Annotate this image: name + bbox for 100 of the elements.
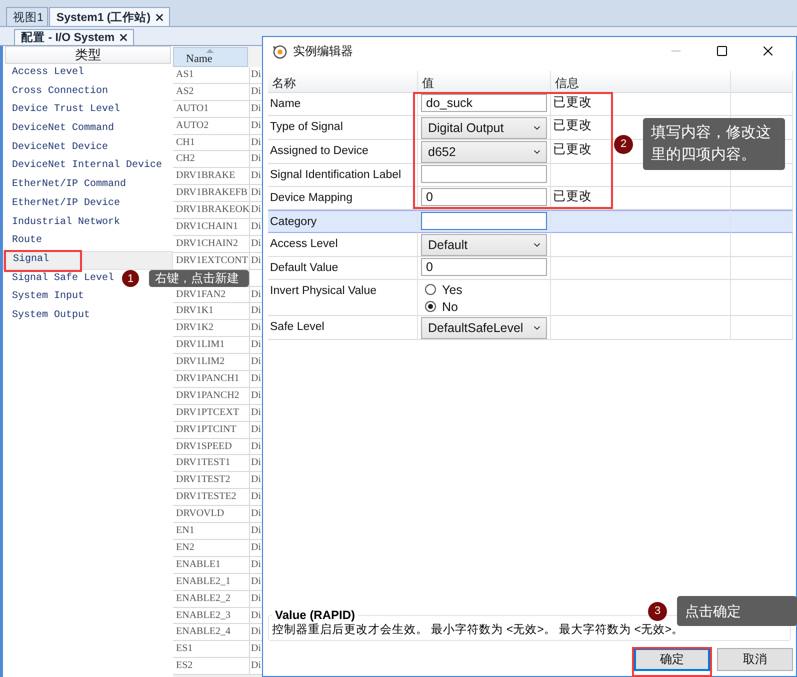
column-header: 值 xyxy=(418,71,551,93)
table-cell: Di xyxy=(250,388,262,404)
table-cell: ES1 xyxy=(173,641,250,658)
tab[interactable]: 配置 - I/O System xyxy=(14,29,134,45)
table-cell: Di xyxy=(250,185,262,202)
property-cell[interactable]: Invert Physical Value xyxy=(268,280,418,316)
table-cell: Di xyxy=(250,523,262,539)
table-cell: Di xyxy=(250,303,262,320)
property-cell[interactable]: Assigned to Device xyxy=(268,140,418,164)
table-cell: Di xyxy=(250,658,262,674)
maximize-icon[interactable] xyxy=(716,45,728,57)
table-cell: ENABLE1 xyxy=(173,556,250,573)
text-field[interactable]: do_suck xyxy=(421,94,547,112)
text-field[interactable]: 0 xyxy=(421,188,547,206)
table-cell: DRV1CHAIN1 xyxy=(173,219,250,235)
radio-label: No xyxy=(442,300,458,314)
tab[interactable]: System1 (工作站) xyxy=(49,7,170,26)
property-name: Access Level xyxy=(270,238,338,250)
table-cell: Di xyxy=(250,219,262,235)
window-title: 实例编辑器 xyxy=(293,42,354,60)
table-cell: DRV1TEST2 xyxy=(173,472,250,488)
table-cell: Di xyxy=(250,168,262,184)
table-cell: Di xyxy=(250,252,262,269)
property-cell[interactable]: Safe Level xyxy=(268,316,418,340)
list-item[interactable]: EtherNet/IP Device xyxy=(3,194,122,214)
tab[interactable]: 视图1 xyxy=(6,7,48,26)
table-cell: ENABLE2_2 xyxy=(173,590,250,606)
table-cell: Di xyxy=(250,134,262,150)
dropdown[interactable]: DefaultSafeLevel xyxy=(421,317,547,339)
dropdown[interactable]: Digital Output xyxy=(421,117,547,139)
list-item[interactable]: Signal Safe Level xyxy=(3,270,116,288)
close-icon[interactable] xyxy=(154,12,165,22)
callout: 右键，点击新建 xyxy=(149,270,249,287)
property-name: Invert Physical Value xyxy=(270,285,377,297)
table-cell: Di xyxy=(250,337,262,354)
table-cell: DRV1BRAKEFB xyxy=(173,185,250,202)
property-name: Type of Signal xyxy=(270,121,343,133)
list-item[interactable]: System Input xyxy=(3,288,86,307)
table-cell: ENABLE2_1 xyxy=(173,574,250,590)
property-name: Device Mapping xyxy=(270,192,352,204)
dropdown[interactable]: d652 xyxy=(421,141,547,163)
grid-cell xyxy=(731,233,793,257)
table-cell: AS1 xyxy=(173,67,250,83)
property-cell[interactable]: Name xyxy=(268,93,418,116)
dial-icon xyxy=(271,43,287,59)
table-cell: DRV1PTCEXT xyxy=(173,404,250,421)
table-cell: DRV1K2 xyxy=(173,320,250,336)
table-cell: Di xyxy=(250,236,262,252)
list-item[interactable]: DeviceNet Internal Device xyxy=(3,157,164,176)
list-item[interactable]: Cross Connection xyxy=(3,82,110,102)
table-cell: Di xyxy=(250,506,262,522)
list-item[interactable]: Route xyxy=(3,232,44,251)
table-cell: Di xyxy=(250,624,262,640)
table-cell: Di xyxy=(250,84,262,100)
text-field[interactable] xyxy=(421,212,547,230)
column-header: 名称 xyxy=(268,71,418,93)
text-field[interactable]: 0 xyxy=(421,258,547,276)
table-cell: DRV1CHAIN2 xyxy=(173,236,250,252)
property-cell[interactable]: Type of Signal xyxy=(268,116,418,140)
table-cell: DRV1TESTE2 xyxy=(173,489,250,506)
table-cell: AUTO1 xyxy=(173,100,250,117)
table-cell: DRV1PTCINT xyxy=(173,422,250,438)
callout: 填写内容，修改这里的四项内容。 xyxy=(643,118,785,170)
radio-button[interactable] xyxy=(425,301,436,312)
table-cell: ES2 xyxy=(173,658,250,674)
grid-cell xyxy=(731,316,793,340)
table-cell: DRV1SPEED xyxy=(173,438,250,454)
callout: 点击确定 xyxy=(677,596,797,626)
dialog-button[interactable]: 确定 xyxy=(634,648,710,671)
text-field[interactable] xyxy=(421,165,547,183)
dialog-button[interactable]: 取消 xyxy=(717,648,793,671)
table-cell: DRV1BRAKE xyxy=(173,168,250,184)
list-item[interactable]: Industrial Network xyxy=(3,214,122,232)
list-item[interactable]: System Output xyxy=(3,306,92,326)
table-cell: DRVOVLD xyxy=(173,506,250,522)
list-item[interactable]: Signal xyxy=(3,250,173,270)
property-name: Assigned to Device xyxy=(270,145,368,157)
property-cell[interactable]: Access Level xyxy=(268,233,418,257)
close-icon[interactable] xyxy=(118,32,129,43)
table-cell: Di xyxy=(250,67,262,83)
table-cell: Di xyxy=(250,608,262,624)
table-cell: Di xyxy=(250,320,262,336)
radio-button[interactable] xyxy=(425,284,436,295)
dropdown[interactable]: Default xyxy=(421,234,547,256)
list-item[interactable]: Device Trust Level xyxy=(3,101,122,120)
property-cell[interactable]: Category xyxy=(268,210,418,233)
table-cell: Di xyxy=(250,371,262,387)
list-item[interactable]: EtherNet/IP Command xyxy=(3,176,128,195)
column-header[interactable]: Name xyxy=(173,47,248,67)
list-item[interactable]: DeviceNet Command xyxy=(3,120,116,139)
table-cell: Di xyxy=(250,540,262,556)
list-item[interactable]: DeviceNet Device xyxy=(3,138,110,158)
property-cell[interactable]: Default Value xyxy=(268,257,418,280)
table-cell: DRV1PANCH2 xyxy=(173,388,250,404)
list-item[interactable]: Access Level xyxy=(3,64,86,83)
property-cell[interactable]: Signal Identification Label xyxy=(268,164,418,187)
property-name: Safe Level xyxy=(270,321,324,333)
property-name: Category xyxy=(270,216,317,228)
table-cell: Di xyxy=(250,422,262,438)
table-cell: Di xyxy=(250,489,262,506)
